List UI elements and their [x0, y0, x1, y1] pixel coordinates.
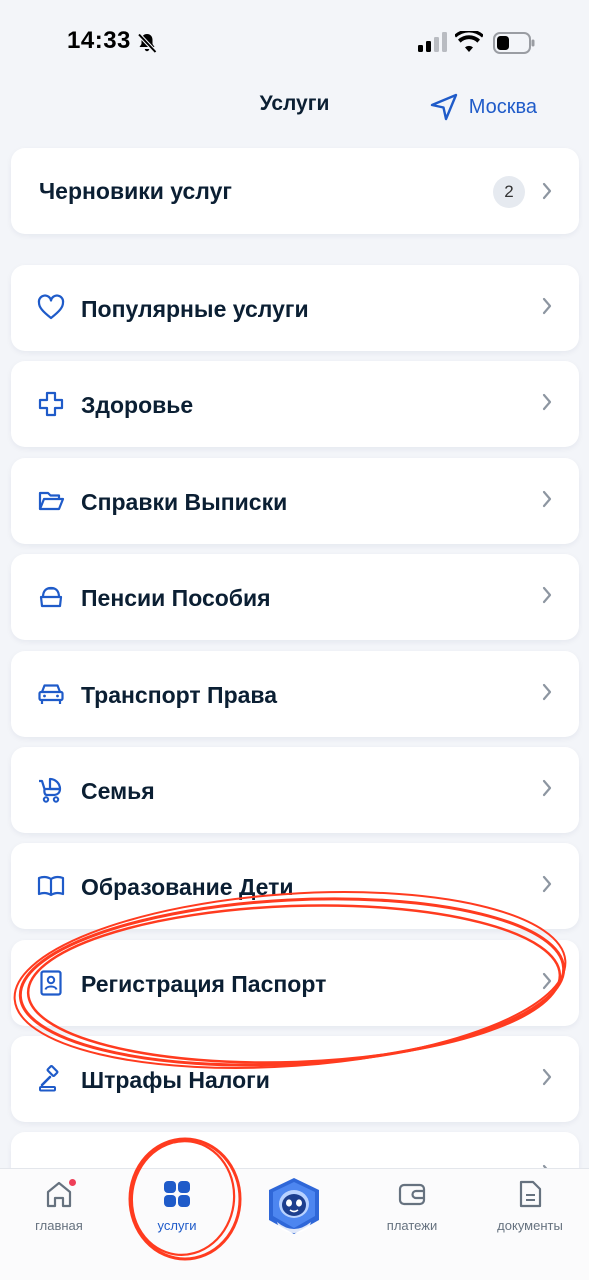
tab-home[interactable]: главная	[0, 1169, 118, 1259]
menu-item-label: Транспорт Права	[81, 682, 278, 708]
tab-services[interactable]: услуги	[118, 1169, 236, 1259]
document-icon	[519, 1180, 542, 1208]
menu-item-label: Регистрация Паспорт	[81, 971, 327, 997]
tab-payments[interactable]: платежи	[353, 1169, 471, 1259]
menu-item-label: Справки Выписки	[81, 489, 288, 515]
menu-item-label: Образование Дети	[81, 874, 294, 900]
drafts-card[interactable]: Черновики услуг 2	[11, 148, 579, 234]
chevron-right-icon	[542, 182, 552, 200]
tab-label: главная	[35, 1218, 83, 1233]
menu-item-family[interactable]: Семья	[11, 747, 579, 833]
status-bar: 14:33	[0, 0, 589, 80]
menu-item-health[interactable]: Здоровье	[11, 361, 579, 447]
chevron-right-icon	[542, 683, 552, 701]
location-selector[interactable]: Москва	[429, 92, 537, 122]
tab-label: документы	[497, 1218, 563, 1233]
heart-icon	[37, 294, 65, 320]
car-icon	[38, 684, 64, 704]
drafts-label: Черновики услуг	[39, 177, 232, 204]
stroller-icon	[39, 777, 62, 803]
grid-icon	[164, 1181, 190, 1207]
tab-documents[interactable]: документы	[471, 1169, 589, 1259]
menu-item-education[interactable]: Образование Дети	[11, 843, 579, 929]
chevron-right-icon	[542, 490, 552, 508]
menu-item-pensions[interactable]: Пенсии Пособия	[11, 554, 579, 640]
gavel-icon	[39, 1065, 59, 1092]
menu-item-transport[interactable]: Транспорт Права	[11, 651, 579, 737]
chevron-right-icon	[542, 297, 552, 315]
status-time: 14:33	[67, 27, 131, 54]
folder-icon	[38, 491, 65, 511]
notification-dot	[67, 1177, 78, 1188]
location-label: Москва	[468, 95, 537, 118]
wifi-icon	[455, 31, 483, 52]
menu-item-label: Пенсии Пособия	[81, 585, 271, 611]
assistant-robot-icon[interactable]	[265, 1176, 323, 1236]
chevron-right-icon	[542, 779, 552, 797]
menu-item-registration[interactable]: Регистрация Паспорт	[11, 940, 579, 1026]
passport-icon	[40, 970, 62, 996]
cellular-signal-icon	[418, 32, 447, 52]
bell-muted-icon	[137, 33, 157, 54]
battery-icon	[493, 32, 535, 54]
menu-item-fines[interactable]: Штрафы Налоги	[11, 1036, 579, 1122]
menu-item-label: Семья	[81, 778, 155, 804]
menu-item-certificates[interactable]: Справки Выписки	[11, 458, 579, 544]
chevron-right-icon	[542, 1068, 552, 1086]
menu-item-label: Здоровье	[81, 392, 194, 418]
wallet-icon	[398, 1183, 426, 1206]
drafts-count-badge: 2	[493, 176, 525, 208]
chevron-right-icon	[542, 875, 552, 893]
book-icon	[37, 875, 65, 897]
menu-item-popular[interactable]: Популярные услуги	[11, 265, 579, 351]
navigation-arrow-icon	[430, 93, 457, 121]
chevron-right-icon	[542, 393, 552, 411]
tab-label: услуги	[157, 1218, 197, 1233]
chevron-right-icon	[542, 586, 552, 604]
chevron-right-icon	[542, 972, 552, 990]
tab-label: платежи	[386, 1218, 438, 1233]
bottom-tab-bar: главная услуги платежи документы	[0, 1168, 589, 1280]
piggy-bank-icon	[39, 586, 63, 608]
medical-cross-icon	[38, 391, 64, 417]
menu-item-label: Популярные услуги	[81, 296, 309, 322]
menu-item-label: Штрафы Налоги	[81, 1067, 270, 1093]
